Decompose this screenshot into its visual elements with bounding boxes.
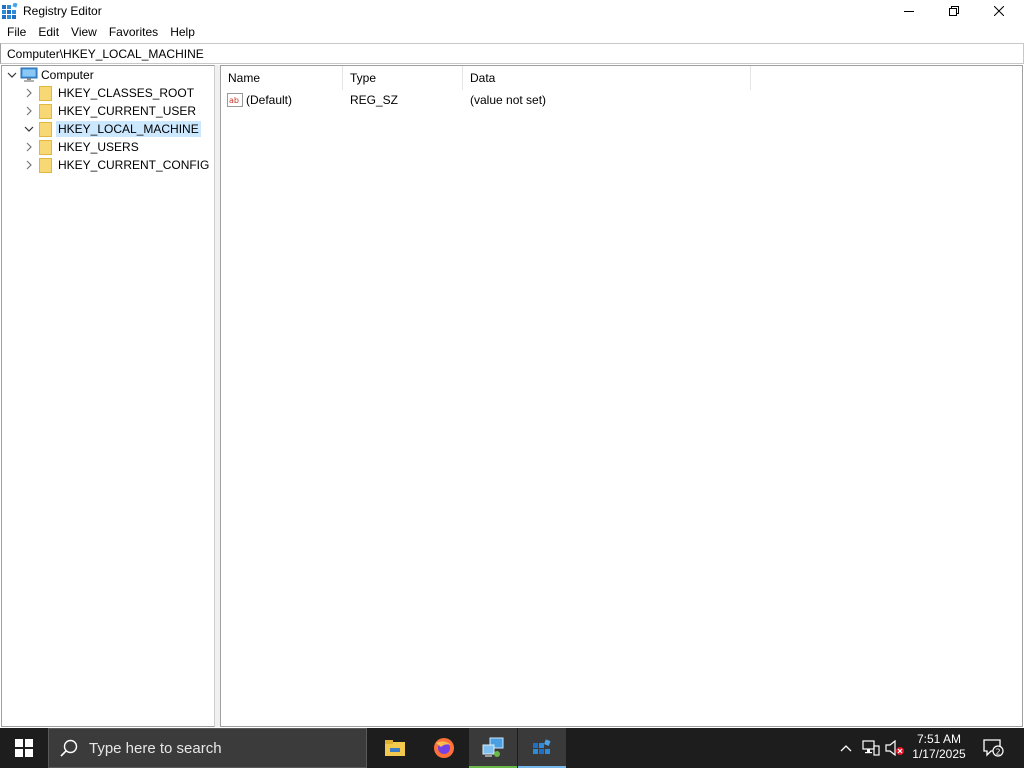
taskbar-firefox[interactable] — [420, 728, 468, 768]
svg-text:ab: ab — [229, 96, 239, 105]
folder-icon — [36, 84, 56, 102]
registry-editor-window: Registry Editor File Edit View Favorites… — [0, 0, 1024, 728]
address-input[interactable] — [1, 44, 1023, 63]
search-placeholder: Type here to search — [89, 739, 222, 757]
action-center-button[interactable]: 2 — [978, 728, 1008, 768]
chevron-right-icon[interactable] — [22, 156, 36, 174]
tree-item-hkey-current-config[interactable]: HKEY_CURRENT_CONFIG — [22, 156, 211, 174]
notification-icon: 2 — [983, 739, 1004, 757]
address-bar[interactable] — [0, 43, 1024, 64]
taskbar-network-tool[interactable] — [469, 728, 517, 768]
chevron-right-icon[interactable] — [22, 84, 36, 102]
folder-open-icon — [36, 120, 56, 138]
computer-icon — [19, 66, 39, 84]
notification-count: 2 — [995, 748, 1000, 757]
taskbar-clock[interactable]: 7:51 AM 1/17/2025 — [905, 728, 973, 768]
show-hidden-icons-button[interactable] — [836, 728, 856, 768]
network-icon — [862, 740, 880, 756]
string-value-icon: ab — [227, 92, 243, 108]
window-title: Registry Editor — [23, 4, 102, 18]
network-computer-icon — [482, 737, 504, 757]
file-explorer-icon — [385, 740, 405, 756]
tree-item-hkey-local-machine[interactable]: HKEY_LOCAL_MACHINE — [22, 120, 201, 138]
list-header: Name Type Data — [221, 66, 751, 90]
value-type: REG_SZ — [350, 93, 399, 107]
firefox-icon — [434, 738, 454, 758]
taskbar-search-box[interactable]: Type here to search — [48, 728, 367, 768]
value-name: (Default) — [246, 93, 293, 107]
menu-file[interactable]: File — [0, 22, 32, 42]
registry-editor-icon — [533, 739, 551, 754]
folder-icon — [36, 156, 56, 174]
title-bar[interactable]: Registry Editor — [0, 0, 1024, 22]
value-row[interactable]: ab (Default) REG_SZ (value not set) — [221, 90, 751, 110]
volume-muted-icon — [885, 740, 904, 756]
column-header-data[interactable]: Data — [463, 66, 751, 90]
chevron-right-icon[interactable] — [22, 102, 36, 120]
close-button[interactable] — [976, 0, 1022, 22]
clock-date: 1/17/2025 — [912, 747, 966, 761]
tree-item-hkey-users[interactable]: HKEY_USERS — [22, 138, 141, 156]
tree-item-label: HKEY_USERS — [58, 140, 139, 154]
close-icon — [994, 6, 1004, 16]
chevron-down-icon[interactable] — [5, 66, 19, 84]
tree-item-label: Computer — [41, 68, 94, 82]
registry-editor-app-icon — [2, 2, 18, 19]
taskbar: Type here to search 7:51 AM 1/17/2025 2 — [0, 728, 1024, 768]
restore-button[interactable] — [931, 0, 977, 22]
menu-help[interactable]: Help — [164, 22, 201, 42]
chevron-right-icon[interactable] — [22, 138, 36, 156]
tree-item-hkey-current-user[interactable]: HKEY_CURRENT_USER — [22, 102, 198, 120]
minimize-icon — [904, 11, 914, 12]
values-list-pane[interactable]: Name Type Data ab (Default) REG_SZ (valu… — [220, 65, 1023, 727]
tree-item-label: HKEY_LOCAL_MACHINE — [56, 121, 201, 137]
taskbar-registry-editor[interactable] — [518, 728, 566, 768]
restore-icon — [949, 6, 959, 16]
tree-item-label: HKEY_CURRENT_USER — [58, 104, 197, 118]
menu-favorites[interactable]: Favorites — [103, 22, 164, 42]
chevron-down-icon[interactable] — [22, 120, 36, 138]
start-button[interactable] — [0, 728, 48, 768]
tree-item-label: HKEY_CURRENT_CONFIG — [58, 158, 210, 172]
value-data: (value not set) — [470, 93, 547, 107]
volume-tray-button[interactable] — [884, 728, 906, 768]
key-tree-pane[interactable]: Computer HKEY_CLASSES_ROOT HKEY_CURRENT_… — [1, 65, 215, 727]
minimize-button[interactable] — [886, 0, 932, 22]
folder-icon — [36, 138, 56, 156]
clock-time: 7:51 AM — [916, 732, 962, 746]
chevron-up-icon — [840, 745, 852, 752]
menu-bar: File Edit View Favorites Help — [0, 22, 1024, 42]
windows-logo-icon — [15, 739, 33, 757]
column-header-name[interactable]: Name — [221, 66, 343, 90]
folder-icon — [36, 102, 56, 120]
network-tray-button[interactable] — [860, 728, 882, 768]
menu-view[interactable]: View — [65, 22, 103, 42]
column-header-type[interactable]: Type — [343, 66, 463, 90]
tree-item-hkey-classes-root[interactable]: HKEY_CLASSES_ROOT — [22, 84, 196, 102]
tree-item-computer[interactable]: Computer — [5, 66, 96, 84]
menu-edit[interactable]: Edit — [32, 22, 65, 42]
tree-item-label: HKEY_CLASSES_ROOT — [58, 86, 195, 100]
search-icon — [49, 739, 89, 757]
taskbar-file-explorer[interactable] — [371, 728, 419, 768]
